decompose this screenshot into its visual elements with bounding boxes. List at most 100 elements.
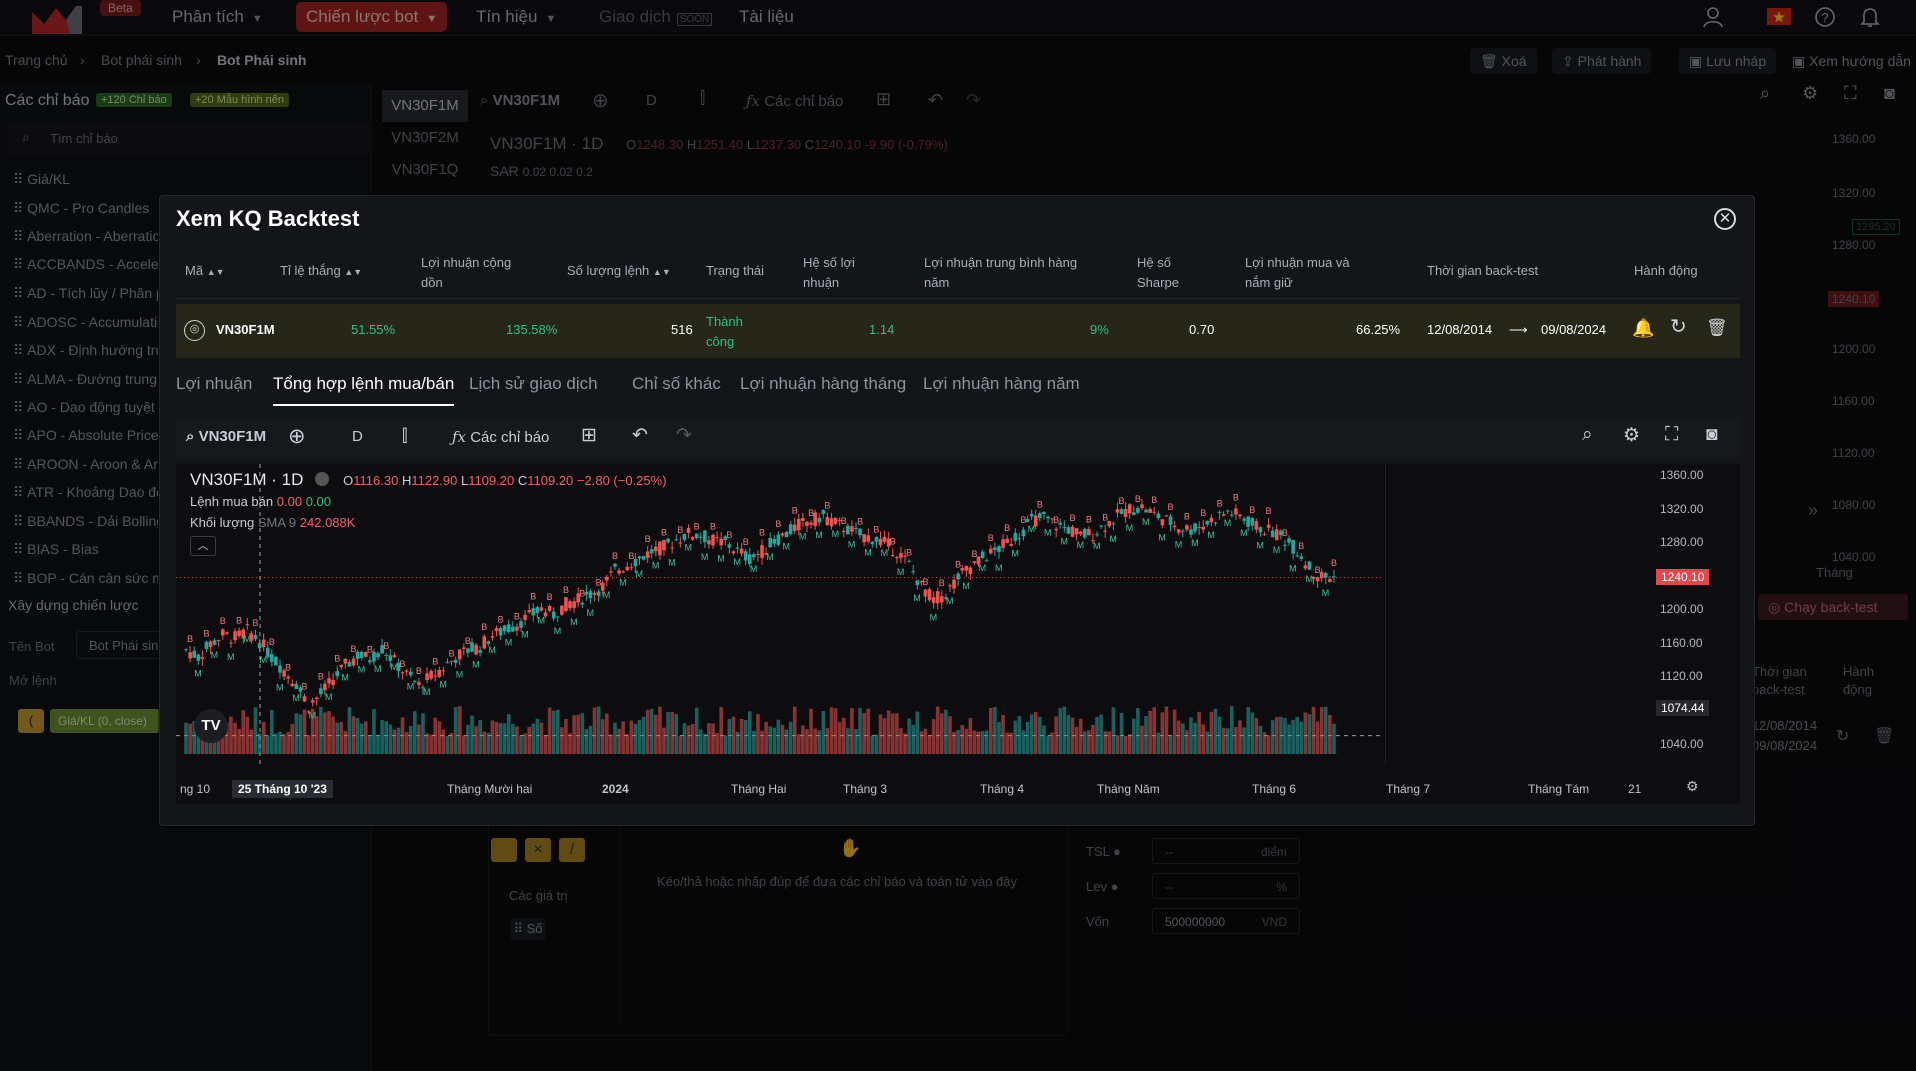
symbol-search-button[interactable]: ⌕ VN30F1M — [186, 428, 266, 445]
candle-body — [392, 655, 397, 658]
camera-icon[interactable]: ◙ — [1706, 424, 1717, 446]
volume-bar — [560, 727, 564, 754]
candle-type-icon[interactable]: ⫿ — [402, 426, 407, 446]
candle-body — [192, 650, 197, 658]
volume-bar — [1042, 725, 1046, 754]
candle-body — [596, 591, 601, 596]
volume-bar — [1311, 706, 1316, 754]
close-icon[interactable]: ✕ — [1714, 208, 1736, 230]
tab-loi-nhuan-nam[interactable]: Lợi nhuận hàng năm — [923, 374, 1080, 394]
y-tick: 1360.00 — [1660, 468, 1704, 482]
candle-body — [780, 533, 785, 536]
candle-body — [866, 535, 871, 542]
candle-body — [923, 589, 928, 597]
buy-marker: B — [939, 578, 945, 588]
th-status: Trạng thái — [706, 263, 765, 278]
candle-body — [841, 531, 846, 533]
y-axis-divider — [1385, 464, 1386, 764]
candle-body — [212, 640, 217, 645]
candle-body — [809, 522, 813, 525]
volume-bar — [339, 721, 344, 754]
volume-bar — [523, 733, 527, 754]
candle-body — [506, 624, 511, 633]
volume-bar — [731, 716, 736, 754]
th-symbol[interactable]: Mã ▲▼ — [185, 261, 225, 282]
tab-lich-su-giao-dich[interactable]: Lịch sử giao dịch — [469, 374, 598, 394]
th-win-rate[interactable]: Tỉ lệ thắng ▲▼ — [280, 261, 362, 282]
buy-marker: B — [726, 530, 732, 540]
add-symbol-icon[interactable]: ⊕ — [288, 424, 306, 449]
sell-marker: M — [358, 664, 366, 674]
tab-chi-so-khac[interactable]: Chỉ số khác — [632, 374, 721, 394]
candle-body — [531, 608, 536, 616]
fullscreen-icon[interactable]: ⛶ — [1665, 424, 1678, 446]
volume-bar — [670, 711, 674, 754]
volume-bar — [482, 731, 487, 754]
gear-icon[interactable]: ⚙ — [1623, 424, 1640, 447]
volume-bar — [1307, 714, 1312, 754]
row-sharpe: 0.70 — [1189, 322, 1215, 337]
refresh-icon[interactable]: ↻ — [1670, 317, 1687, 337]
volume-bar — [1176, 720, 1181, 754]
volume-bar — [1279, 716, 1283, 754]
volume-bar — [703, 733, 707, 754]
price-chart-svg[interactable]: BMBMBMBMBMBMBMBMBMBMBMBMBM BMBMBMBMBMBMBM… — [176, 464, 1740, 804]
volume-bar — [1291, 719, 1295, 754]
candle-body — [1307, 561, 1312, 570]
tab-loi-nhuan[interactable]: Lợi nhuận — [176, 374, 252, 394]
candle-body — [1058, 522, 1063, 525]
volume-bar — [584, 729, 589, 754]
backtest-chart[interactable]: BMBMBMBMBMBMBMBMBMBMBMBMBMBMBMBMBMBMBMBM… — [176, 464, 1740, 804]
tab-tong-hop-lenh[interactable]: Tổng hợp lệnh mua/bán — [273, 374, 455, 406]
backtest-modal: Xem KQ Backtest ✕ Mã ▲▼ Tỉ lệ thắng ▲▼ L… — [159, 195, 1755, 826]
layout-grid-icon[interactable]: ⊞ — [581, 424, 597, 447]
volume-bar — [539, 722, 544, 754]
buy-marker: B — [743, 537, 749, 547]
volume-bar — [956, 730, 960, 754]
volume-bar — [490, 720, 495, 754]
volume-bar — [1332, 723, 1336, 754]
th-annual-profit: Lợi nhuận trung bình hàng năm — [924, 255, 1078, 290]
undo-icon[interactable]: ↶ — [632, 424, 648, 447]
volume-bar — [233, 722, 237, 754]
candle-body — [907, 561, 911, 563]
volume-bar — [547, 707, 552, 754]
interval-button[interactable]: D — [352, 428, 363, 445]
candle-body — [502, 625, 507, 632]
candle-body — [302, 696, 307, 702]
th-orders[interactable]: Số lượng lệnh ▲▼ — [567, 261, 671, 282]
candle-body — [462, 647, 466, 649]
volume-bar — [972, 730, 977, 754]
volume-bar — [384, 721, 389, 754]
candle-body — [674, 539, 679, 541]
collapse-icon[interactable] — [315, 472, 330, 486]
sell-marker: M — [341, 672, 349, 682]
settings-icon[interactable]: ⚙ — [1686, 778, 1699, 795]
buy-marker: B — [1184, 512, 1190, 522]
trash-icon[interactable]: 🗑 — [1706, 318, 1728, 338]
results-row[interactable]: ◎ VN30F1M 51.55% 135.58% 516 Thành công … — [176, 304, 1740, 358]
volume-bar — [756, 713, 760, 754]
chevron-up-icon[interactable]: ︿ — [190, 536, 216, 556]
tradingview-logo-icon[interactable]: TV — [194, 709, 228, 743]
crosshair-date-tag: 25 Tháng 10 '23 — [232, 780, 333, 798]
volume-bar — [282, 734, 286, 754]
candle-body — [1303, 565, 1308, 569]
redo-icon[interactable]: ↷ — [676, 424, 692, 447]
volume-legend: Khối lượng SMA 9 242.088K — [190, 515, 355, 530]
x-tick: Tháng 3 — [843, 782, 888, 796]
volume-bar — [580, 713, 585, 754]
zoom-icon[interactable]: ⌕ — [1582, 424, 1593, 446]
candle-body — [997, 546, 1001, 552]
volume-bar — [363, 721, 368, 754]
candle-body — [376, 653, 380, 658]
candle-body — [637, 556, 642, 559]
candle-body — [1025, 518, 1030, 522]
candle-body — [801, 517, 805, 521]
tab-loi-nhuan-thang[interactable]: Lợi nhuận hàng tháng — [740, 374, 906, 394]
bell-icon[interactable]: 🔔 — [1632, 318, 1654, 338]
row-status: Thành công — [706, 314, 743, 349]
indicators-button[interactable]: ƒx Các chỉ báo — [452, 428, 549, 446]
sell-marker: M — [1011, 548, 1019, 558]
th-label: Số lượng lệnh — [567, 263, 650, 278]
